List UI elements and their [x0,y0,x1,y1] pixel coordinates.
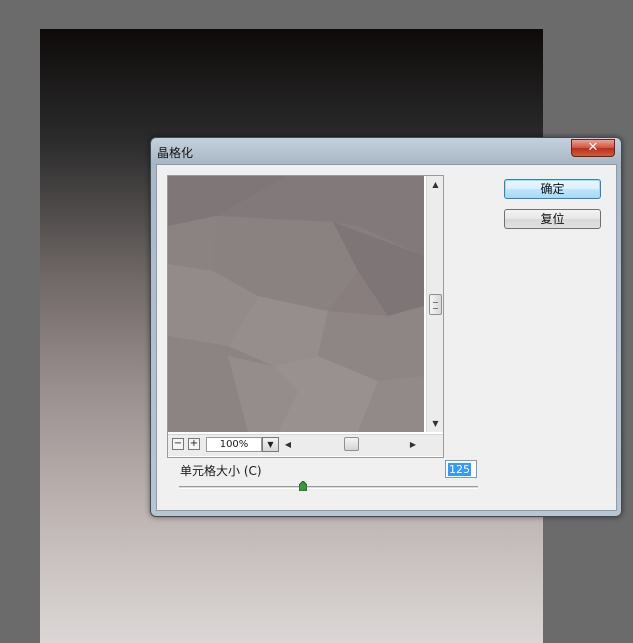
horizontal-scroll-thumb[interactable] [344,437,359,451]
title-bar[interactable]: 晶格化 ✕ [151,138,621,164]
cell-size-label: 单元格大小 (C) [180,464,262,478]
close-x-icon: ✕ [587,140,599,155]
vertical-scroll-thumb[interactable] [429,294,442,315]
crystallize-dialog: 晶格化 ✕ ▲ ▼ − + 100% ▼ ◀ ▶ 确定 复位 单元格大小 (C)… [150,137,622,517]
cell-size-input[interactable]: 125 [445,460,477,478]
dialog-client-area: ▲ ▼ − + 100% ▼ ◀ ▶ 确定 复位 单元格大小 (C) 125 [156,164,617,511]
zoom-dropdown-button[interactable]: ▼ [262,437,279,452]
zoom-toolbar: − + 100% ▼ ◀ ▶ [168,434,443,456]
scroll-left-arrow-icon[interactable]: ◀ [282,437,294,452]
reset-button[interactable]: 复位 [504,209,601,229]
zoom-out-button[interactable]: − [172,438,184,450]
preview-panel: ▲ ▼ − + 100% ▼ ◀ ▶ [167,175,444,458]
scroll-down-arrow-icon[interactable]: ▼ [427,415,444,432]
cell-size-slider-track[interactable] [179,486,478,489]
cell-size-value: 125 [448,463,471,476]
zoom-value[interactable]: 100% [206,437,262,452]
triangle-down-icon: ▼ [267,440,274,449]
scroll-right-arrow-icon[interactable]: ▶ [407,437,419,452]
crystallize-preview-pattern [168,176,424,432]
filter-preview-image[interactable] [168,176,424,432]
preview-vertical-scrollbar[interactable]: ▲ ▼ [426,176,443,432]
cell-size-slider-thumb[interactable] [299,481,307,491]
close-button[interactable]: ✕ [571,139,615,157]
scroll-up-arrow-icon[interactable]: ▲ [427,176,444,193]
zoom-in-button[interactable]: + [188,438,200,450]
dialog-title: 晶格化 [157,146,194,160]
preview-horizontal-scrollbar[interactable]: ◀ ▶ [282,437,419,452]
ok-button[interactable]: 确定 [504,179,601,199]
